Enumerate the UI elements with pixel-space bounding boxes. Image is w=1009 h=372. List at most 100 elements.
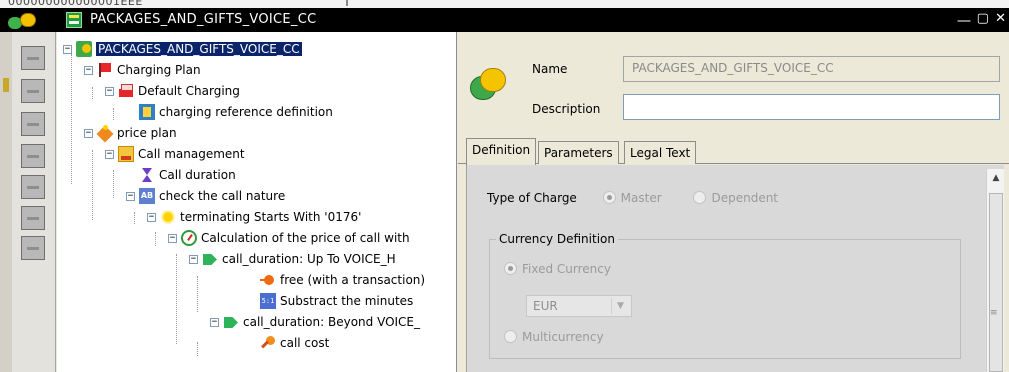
radio-selected-icon (602, 191, 616, 204)
tree-node-label: call cost (280, 336, 330, 350)
tree-node-price-plan[interactable]: − price plan (84, 123, 177, 143)
tree-node-root[interactable]: − PACKAGES_AND_GIFTS_VOICE_CC (63, 39, 303, 59)
currency-definition-group: Currency Definition Fixed Currency EUR ▼… (489, 232, 961, 359)
ab-icon: AB (139, 188, 155, 204)
toolbar-button-7[interactable] (21, 236, 45, 260)
type-of-charge-row: Type of Charge Master Dependent (487, 191, 778, 205)
radio-icon (693, 191, 707, 204)
radio-selected-icon (504, 262, 517, 275)
master-option[interactable]: Master (602, 191, 662, 205)
collapse-toggle-icon[interactable]: − (63, 44, 72, 54)
tree-node-terminating[interactable]: − terminating Starts With '0176' (147, 207, 361, 227)
tree-pane[interactable]: − PACKAGES_AND_GIFTS_VOICE_CC − Charging… (57, 32, 457, 372)
description-label: Description (532, 102, 601, 116)
collapse-toggle-icon[interactable]: − (84, 65, 93, 75)
tree-node-default-charging[interactable]: − Default Charging (105, 81, 240, 101)
tree-node-label: Charging Plan (117, 63, 201, 77)
tree-node-charging-plan[interactable]: − Charging Plan (84, 60, 201, 80)
tab-definition[interactable]: Definition (466, 138, 537, 165)
multicurrency-option[interactable]: Multicurrency (504, 330, 604, 344)
scroll-up-icon[interactable]: ▲ (987, 169, 1005, 187)
tree-guide (92, 87, 93, 99)
toolbar-button-3[interactable] (21, 112, 45, 136)
tree-node-substract[interactable]: 5:1 Substract the minutes (260, 291, 413, 311)
collapse-toggle-icon[interactable]: − (147, 212, 156, 222)
window-icon (66, 12, 82, 28)
tree-node-call-cost[interactable]: call cost (260, 333, 329, 353)
tree-node-check-call-nature[interactable]: − AB check the call nature (126, 186, 285, 206)
tab-strip: Definition Parameters Legal Text (458, 138, 1009, 165)
fixed-currency-option[interactable]: Fixed Currency (504, 262, 611, 276)
toolbar-button-5[interactable] (21, 175, 45, 199)
tree-node-label: Substract the minutes (280, 294, 414, 308)
tree-node-call-management[interactable]: − Call management (105, 144, 245, 164)
tree-node-calculation[interactable]: − Calculation of the price of call with (168, 228, 410, 248)
toolbar-button-4[interactable] (21, 144, 45, 168)
currency-select[interactable]: EUR ▼ (526, 295, 632, 317)
tree-guide (92, 150, 93, 220)
tree-guide (197, 342, 198, 356)
name-field: PACKAGES_AND_GIFTS_VOICE_CC (623, 56, 1000, 82)
vertical-scrollbar[interactable]: ▲ ≡ (986, 169, 1004, 372)
description-field[interactable] (623, 94, 1000, 120)
tree-node-call-duration-beyond[interactable]: − call_duration: Beyond VOICE_ (210, 312, 420, 332)
tree-guide (113, 108, 114, 120)
flag-icon (118, 83, 134, 99)
collapse-toggle-icon[interactable]: − (210, 317, 219, 327)
hourglass-icon (139, 167, 155, 183)
toolbar-button-1[interactable] (21, 46, 45, 70)
tree-node-label: PACKAGES_AND_GIFTS_VOICE_CC (95, 41, 303, 57)
tree-node-label: check the call nature (159, 189, 286, 203)
collapse-toggle-icon[interactable]: − (105, 149, 114, 159)
charging-reference-icon (139, 104, 155, 120)
app-icon (8, 11, 38, 30)
cost-icon (260, 335, 276, 351)
name-label: Name (532, 62, 568, 76)
collapse-toggle-icon[interactable]: − (105, 86, 114, 96)
package-icon (470, 68, 510, 104)
partial-text: 000000000000001EEE (8, 0, 143, 8)
tab-parameters[interactable]: Parameters (538, 141, 619, 164)
dependent-option[interactable]: Dependent (693, 191, 778, 205)
tree-node-label: Call management (138, 147, 245, 161)
tree-guide (71, 54, 72, 184)
chevron-down-icon[interactable]: ▼ (611, 298, 629, 314)
tree-node-label: call_duration: Up To VOICE_H (222, 252, 396, 266)
collapse-toggle-icon[interactable]: − (126, 191, 135, 201)
tree-guide (113, 170, 114, 198)
collapse-toggle-icon[interactable]: − (189, 254, 198, 264)
toolbar-button-2[interactable] (21, 79, 45, 103)
price-plan-icon (97, 125, 113, 141)
scroll-grip-icon: ≡ (990, 308, 998, 318)
tab-icon (202, 251, 218, 267)
tree-node-label: free (with a transaction) (280, 273, 426, 287)
tree-node-label: Default Charging (138, 84, 240, 98)
currency-definition-title: Currency Definition (496, 232, 618, 246)
tree-node-call-duration-up-to[interactable]: − call_duration: Up To VOICE_H (189, 249, 396, 269)
package-icon (76, 41, 92, 57)
tree-node-label: price plan (117, 126, 177, 140)
toolbar-button-6[interactable] (21, 206, 45, 230)
tree-guide (176, 254, 177, 344)
radio-icon (504, 330, 517, 343)
tab-legal-text[interactable]: Legal Text (624, 141, 697, 164)
vertical-toolbar (12, 32, 56, 372)
scroll-thumb[interactable] (989, 193, 1003, 372)
tree-node-label: call_duration: Beyond VOICE_ (243, 315, 421, 329)
tree-node-charging-reference[interactable]: charging reference definition (139, 102, 333, 122)
tree-node-label: Calculation of the price of call with (201, 231, 410, 245)
definition-panel: Type of Charge Master Dependent Currency… (466, 165, 1004, 372)
tree-node-label: Call duration (159, 168, 236, 182)
tree-guide (134, 212, 135, 224)
window-controls[interactable]: ⎼ ▢ ✕ (958, 11, 1007, 26)
collapse-toggle-icon[interactable]: − (84, 128, 93, 138)
tree-node-label: terminating Starts With '0176' (180, 210, 362, 224)
top-strip: 000000000000001EEE (0, 0, 1009, 8)
strip-divider (346, 0, 348, 6)
gauge-icon (181, 230, 197, 246)
collapse-toggle-icon[interactable]: − (168, 233, 177, 243)
tree-node-free[interactable]: free (with a transaction) (260, 270, 425, 290)
left-edge (0, 32, 12, 372)
subtract-icon: 5:1 (260, 293, 276, 309)
tree-node-call-duration[interactable]: Call duration (139, 165, 236, 185)
